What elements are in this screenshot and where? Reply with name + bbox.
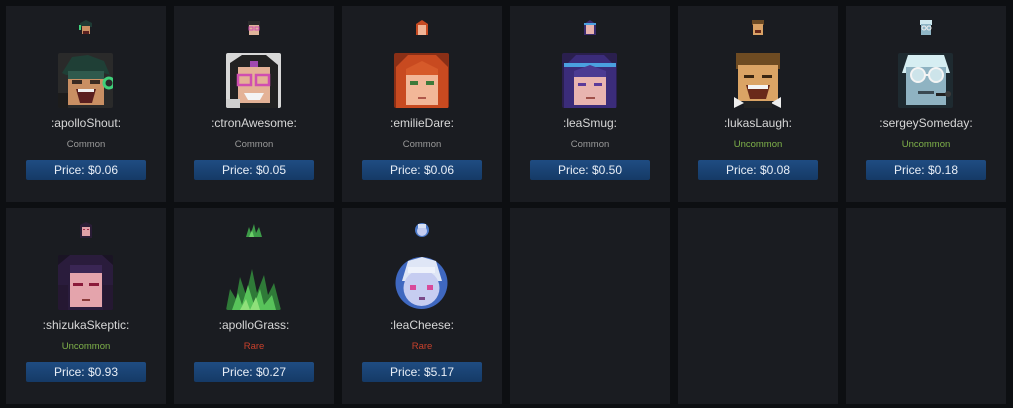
emote-name: :lukasLaugh: xyxy=(723,116,793,130)
emote-name: :emilieDare: xyxy=(389,116,455,130)
emote-name: :apolloShout: xyxy=(50,116,122,130)
emote-card: :leaCheese: Rare Price: $5.17 xyxy=(342,208,502,404)
rarity-label: Uncommon xyxy=(733,139,783,150)
price-button[interactable]: Price: $0.06 xyxy=(26,160,146,180)
ctron-awesome-small-icon xyxy=(245,19,263,37)
rarity-label: Rare xyxy=(243,341,265,352)
emote-name: :apolloGrass: xyxy=(218,318,290,332)
emote-card: :apolloGrass: Rare Price: $0.27 xyxy=(174,208,334,404)
ctron-awesome-icon xyxy=(226,53,281,108)
shizuka-skeptic-icon xyxy=(58,255,113,310)
emote-card: :sergeySomeday: Uncommon Price: $0.18 xyxy=(846,6,1006,202)
price-button[interactable]: Price: $0.18 xyxy=(866,160,986,180)
empty-card xyxy=(510,208,670,404)
emote-card: :lukasLaugh: Uncommon Price: $0.08 xyxy=(678,6,838,202)
price-button[interactable]: Price: $0.06 xyxy=(362,160,482,180)
rarity-label: Common xyxy=(66,139,106,150)
price-button[interactable]: Price: $0.27 xyxy=(194,362,314,382)
empty-card xyxy=(846,208,1006,404)
price-button[interactable]: Price: $5.17 xyxy=(362,362,482,382)
emote-card: :shizukaSkeptic: Uncommon Price: $0.93 xyxy=(6,208,166,404)
price-button[interactable]: Price: $0.50 xyxy=(530,160,650,180)
apollo-grass-small-icon xyxy=(245,221,263,239)
price-button[interactable]: Price: $0.93 xyxy=(26,362,146,382)
price-button[interactable]: Price: $0.05 xyxy=(194,160,314,180)
sergey-someday-icon xyxy=(898,53,953,108)
emote-name: :leaCheese: xyxy=(389,318,455,332)
rarity-label: Common xyxy=(234,139,274,150)
lea-smug-small-icon xyxy=(581,19,599,37)
apollo-shout-icon xyxy=(58,53,113,108)
rarity-label: Uncommon xyxy=(61,341,111,352)
emote-card: :leaSmug: Common Price: $0.50 xyxy=(510,6,670,202)
apollo-shout-small-icon xyxy=(77,19,95,37)
lea-smug-icon xyxy=(562,53,617,108)
sergey-someday-small-icon xyxy=(917,19,935,37)
rarity-label: Uncommon xyxy=(901,139,951,150)
shizuka-skeptic-small-icon xyxy=(77,221,95,239)
emilie-dare-icon xyxy=(394,53,449,108)
lukas-laugh-icon xyxy=(730,53,785,108)
emote-name: :shizukaSkeptic: xyxy=(42,318,130,332)
empty-card xyxy=(678,208,838,404)
rarity-label: Common xyxy=(402,139,442,150)
lea-cheese-icon xyxy=(394,255,449,310)
emote-card: :ctronAwesome: Common Price: $0.05 xyxy=(174,6,334,202)
emote-name: :leaSmug: xyxy=(562,116,618,130)
emote-grid: :apolloShout: Common Price: $0.06 :ctron… xyxy=(6,6,1006,404)
lea-cheese-small-icon xyxy=(413,221,431,239)
rarity-label: Rare xyxy=(411,341,433,352)
lukas-laugh-small-icon xyxy=(749,19,767,37)
apollo-grass-icon xyxy=(226,255,281,310)
emote-card: :emilieDare: Common Price: $0.06 xyxy=(342,6,502,202)
price-button[interactable]: Price: $0.08 xyxy=(698,160,818,180)
emote-name: :sergeySomeday: xyxy=(879,116,973,130)
rarity-label: Common xyxy=(570,139,610,150)
emote-card: :apolloShout: Common Price: $0.06 xyxy=(6,6,166,202)
emilie-dare-small-icon xyxy=(413,19,431,37)
emote-name: :ctronAwesome: xyxy=(211,116,297,130)
